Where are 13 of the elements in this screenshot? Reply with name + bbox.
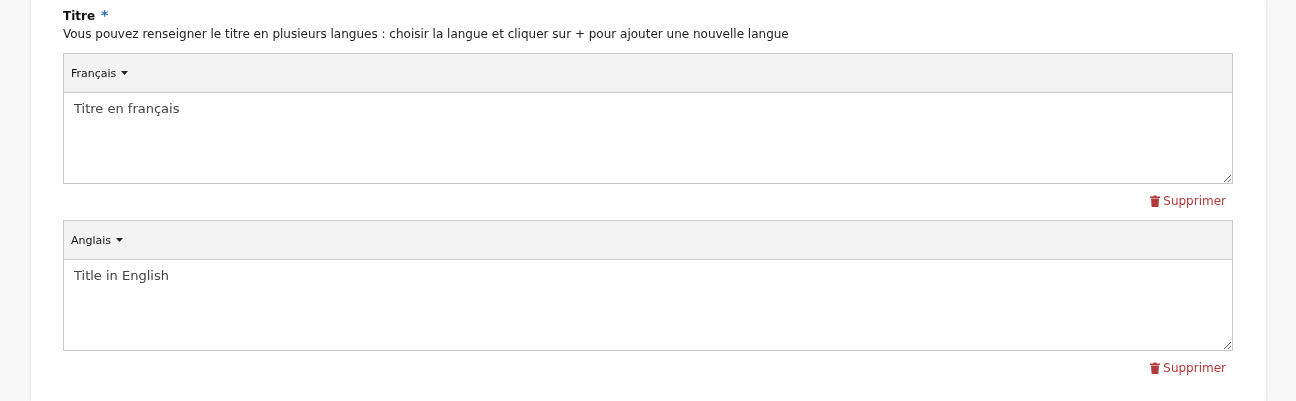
title-input[interactable]: Title in English (63, 260, 1233, 351)
caret-icon (116, 238, 124, 242)
required-mark: * (101, 7, 109, 23)
language-dropdown[interactable]: Anglais (71, 233, 124, 247)
trash-icon (1150, 195, 1161, 207)
delete-button[interactable]: Supprimer (1150, 194, 1226, 208)
trash-icon (1150, 362, 1161, 374)
language-dropdown[interactable]: Français (71, 66, 129, 80)
title-input[interactable]: Titre en français (63, 93, 1233, 184)
caret-icon (121, 71, 129, 75)
help-text: Vous pouvez renseigner le titre en plusieurs langues : choisir la langue et cliquer sur + pour ajouter une nouvelle langue (63, 27, 790, 41)
field-label: Titre (63, 9, 96, 23)
delete-button[interactable]: Supprimer (1150, 361, 1226, 375)
